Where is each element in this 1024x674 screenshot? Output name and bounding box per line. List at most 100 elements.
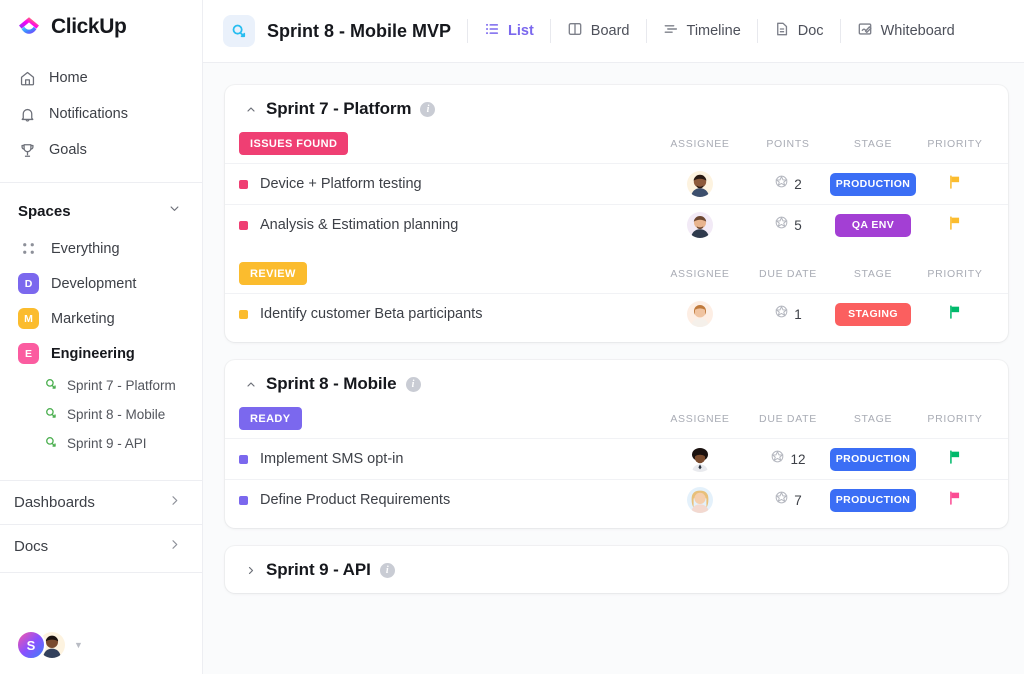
stage-cell[interactable]: STAGING bbox=[830, 303, 916, 326]
sidebar-item-label: Notifications bbox=[49, 106, 128, 122]
info-icon[interactable]: i bbox=[406, 377, 421, 392]
user-menu[interactable]: S ▼ bbox=[16, 630, 83, 660]
points-value: 7 bbox=[774, 490, 802, 510]
sidebar-item-goals[interactable]: Goals bbox=[0, 132, 202, 168]
flag-icon bbox=[947, 215, 963, 236]
sidebar-item-label: Engineering bbox=[51, 346, 135, 362]
points-cell[interactable]: 5 bbox=[746, 215, 830, 235]
sidebar-item-engineering[interactable]: E Engineering bbox=[0, 336, 202, 371]
priority-cell[interactable] bbox=[916, 490, 994, 511]
sidebar-item-sprint-9[interactable]: Sprint 9 - API bbox=[0, 429, 202, 458]
column-header-stage: STAGE bbox=[830, 268, 916, 280]
table-row[interactable]: Analysis & Estimation planning bbox=[225, 204, 1008, 245]
chevron-right-icon bbox=[167, 537, 182, 556]
sprint-list-icon bbox=[44, 377, 58, 394]
tab-whiteboard[interactable]: Whiteboard bbox=[841, 15, 971, 47]
sidebar-item-notifications[interactable]: Notifications bbox=[0, 96, 202, 132]
sidebar-item-development[interactable]: D Development bbox=[0, 266, 202, 301]
stage-cell[interactable]: PRODUCTION bbox=[830, 173, 916, 196]
assignee-cell[interactable] bbox=[654, 171, 746, 197]
chevron-up-icon[interactable] bbox=[245, 103, 257, 116]
spaces-title: Spaces bbox=[18, 203, 71, 220]
sidebar-item-home[interactable]: Home bbox=[0, 60, 202, 96]
sidebar: ClickUp Home Notific bbox=[0, 0, 203, 674]
priority-cell[interactable] bbox=[916, 449, 994, 470]
priority-cell[interactable] bbox=[916, 174, 994, 195]
group-header[interactable]: Sprint 9 - API i bbox=[225, 560, 1008, 580]
brand[interactable]: ClickUp bbox=[0, 0, 202, 54]
avatar bbox=[687, 301, 713, 327]
sidebar-item-label: Sprint 7 - Platform bbox=[67, 378, 176, 393]
flag-icon bbox=[947, 304, 963, 325]
task-fields: 2 PRODUCTION bbox=[654, 171, 994, 197]
column-header-due-date: DUE DATE bbox=[746, 268, 830, 280]
table-row[interactable]: Identify customer Beta participants bbox=[225, 293, 1008, 334]
group-header[interactable]: Sprint 8 - Mobile i bbox=[225, 374, 1008, 394]
due-date-cell[interactable]: 12 bbox=[746, 449, 830, 469]
tab-list[interactable]: List bbox=[468, 15, 550, 47]
sidebar-item-docs[interactable]: Docs bbox=[0, 524, 202, 568]
assignee-cell[interactable] bbox=[654, 446, 746, 472]
priority-cell[interactable] bbox=[916, 215, 994, 236]
status-badge[interactable]: REVIEW bbox=[239, 262, 307, 285]
sprint-list-icon bbox=[44, 406, 58, 423]
sidebar-item-sprint-8[interactable]: Sprint 8 - Mobile bbox=[0, 400, 202, 429]
brand-name: ClickUp bbox=[51, 15, 126, 39]
stage-cell[interactable]: QA ENV bbox=[830, 214, 916, 237]
sidebar-item-dashboards[interactable]: Dashboards bbox=[0, 480, 202, 524]
column-headers: ASSIGNEE DUE DATE STAGE PRIORITY bbox=[654, 413, 994, 425]
points-number: 5 bbox=[794, 218, 802, 233]
flag-icon bbox=[947, 174, 963, 195]
tab-timeline[interactable]: Timeline bbox=[647, 15, 757, 47]
stage-cell[interactable]: PRODUCTION bbox=[830, 489, 916, 512]
sidebar-item-label: Home bbox=[49, 70, 88, 86]
due-date-cell[interactable]: 7 bbox=[746, 490, 830, 510]
table-row[interactable]: Define Product Requirements bbox=[225, 479, 1008, 520]
due-date-cell[interactable]: 1 bbox=[746, 304, 830, 324]
sidebar-item-marketing[interactable]: M Marketing bbox=[0, 301, 202, 336]
task-fields: 1 STAGING bbox=[654, 301, 994, 327]
assignee-cell[interactable] bbox=[654, 487, 746, 513]
caret-down-icon[interactable]: ▼ bbox=[74, 640, 83, 650]
stage-cell[interactable]: PRODUCTION bbox=[830, 448, 916, 471]
tab-label: Whiteboard bbox=[881, 23, 955, 39]
column-header-assignee: ASSIGNEE bbox=[654, 413, 746, 425]
space-avatar: M bbox=[18, 308, 39, 329]
table-row[interactable]: Device + Platform testing bbox=[225, 163, 1008, 204]
space-avatar: D bbox=[18, 273, 39, 294]
status-section-header: READY ASSIGNEE DUE DATE STAGE PRIORITY bbox=[225, 404, 1008, 438]
tab-label: List bbox=[508, 23, 534, 39]
points-value: 5 bbox=[774, 215, 802, 235]
assignee-cell[interactable] bbox=[654, 212, 746, 238]
task-name: Identify customer Beta participants bbox=[260, 306, 482, 322]
chevron-down-icon[interactable] bbox=[167, 201, 182, 221]
info-icon[interactable]: i bbox=[420, 102, 435, 117]
assignee-cell[interactable] bbox=[654, 301, 746, 327]
tab-doc[interactable]: Doc bbox=[758, 15, 840, 47]
priority-cell[interactable] bbox=[916, 304, 994, 325]
flag-icon bbox=[947, 490, 963, 511]
tab-label: Timeline bbox=[687, 23, 741, 39]
sprint-points-icon bbox=[774, 304, 789, 324]
points-number: 12 bbox=[790, 452, 805, 467]
task-title-cell: Identify customer Beta participants bbox=[239, 306, 482, 322]
sidebar-item-sprint-7[interactable]: Sprint 7 - Platform bbox=[0, 371, 202, 400]
status-dot bbox=[239, 221, 248, 230]
spaces-header[interactable]: Spaces bbox=[0, 187, 202, 231]
task-fields: 7 PRODUCTION bbox=[654, 487, 994, 513]
table-row[interactable]: Implement SMS opt-in bbox=[225, 438, 1008, 479]
group-header[interactable]: Sprint 7 - Platform i bbox=[225, 99, 1008, 119]
tab-board[interactable]: Board bbox=[551, 15, 646, 47]
chevron-up-icon[interactable] bbox=[245, 378, 257, 391]
status-badge[interactable]: READY bbox=[239, 407, 302, 430]
column-header-priority: PRIORITY bbox=[916, 268, 994, 280]
chevron-right-icon[interactable] bbox=[245, 564, 257, 577]
whiteboard-icon bbox=[857, 21, 873, 41]
status-badge[interactable]: ISSUES FOUND bbox=[239, 132, 348, 155]
sidebar-item-everything[interactable]: Everything bbox=[0, 231, 202, 266]
points-cell[interactable]: 2 bbox=[746, 174, 830, 194]
sprint-points-icon bbox=[774, 174, 789, 194]
points-value: 1 bbox=[774, 304, 802, 324]
info-icon[interactable]: i bbox=[380, 563, 395, 578]
group-name: Sprint 7 - Platform bbox=[266, 99, 411, 119]
